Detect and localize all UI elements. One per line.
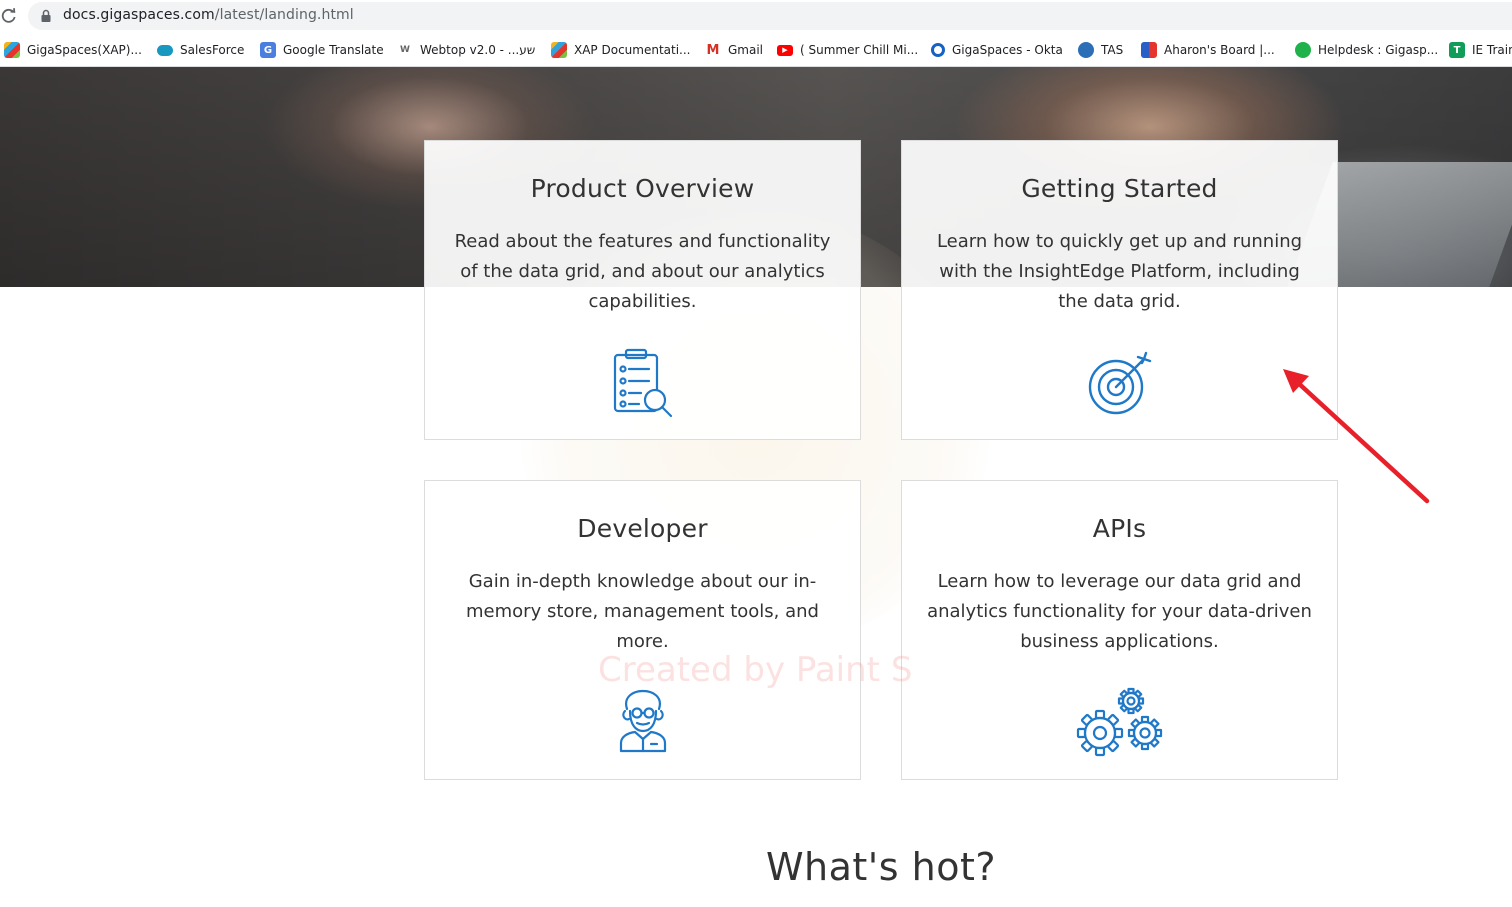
bookmark-label: TAS [1101, 43, 1124, 57]
card-product-overview[interactable]: Product Overview Read about the features… [424, 140, 861, 440]
card-title: Developer [577, 514, 708, 543]
gmail-icon: M [705, 42, 721, 58]
bookmark-salesforce[interactable]: SalesForce [157, 40, 244, 60]
bookmark-label: GigaSpaces - Okta [952, 43, 1063, 57]
okta-icon [931, 43, 945, 57]
bookmark-label: Aharon's Board |... [1164, 43, 1275, 57]
gears-icon [1076, 687, 1162, 757]
bookmark-label: Google Translate [283, 43, 384, 57]
bookmark-google-translate[interactable]: G Google Translate [260, 40, 384, 60]
section-title-whats-hot: What's hot? [765, 845, 997, 889]
bookmark-label: XAP Documentati... [574, 43, 691, 57]
card-apis[interactable]: APIs Learn how to leverage our data grid… [901, 480, 1338, 780]
card-description: Gain in-depth knowledge about our in-mem… [466, 571, 819, 652]
bookmark-aharons-board[interactable]: Aharon's Board |... [1141, 40, 1275, 60]
bookmark-label: Helpdesk : Gigasp... [1318, 43, 1439, 57]
url-field[interactable]: docs.gigaspaces.com/latest/landing.html [28, 2, 1512, 30]
bookmark-helpdesk[interactable]: Helpdesk : Gigasp... [1295, 40, 1438, 60]
webtop-icon: W [397, 42, 413, 58]
address-bar: docs.gigaspaces.com/latest/landing.html [0, 0, 1512, 33]
target-icon [1088, 351, 1151, 415]
youtube-icon: ▶ [777, 44, 793, 56]
bookmark-tas[interactable]: TAS [1078, 40, 1123, 60]
card-developer[interactable]: Developer Gain in-depth knowledge about … [424, 480, 861, 780]
bookmark-label: SalesForce [180, 43, 245, 57]
bookmark-label: IE Train [1472, 43, 1512, 57]
card-title: Product Overview [530, 174, 755, 203]
bookmark-label: Webtop v2.0 - ...שע [420, 43, 536, 57]
board-icon [1141, 42, 1157, 58]
bookmarks-bar: GigaSpaces(XAP)... SalesForce G Google Tr… [0, 33, 1512, 67]
card-description: Learn how to quickly get up and running … [936, 231, 1303, 312]
salesforce-cloud-icon [157, 44, 173, 56]
card-description: Read about the features and functionalit… [454, 231, 831, 312]
bookmark-youtube[interactable]: ▶ ( Summer Chill Mi... [777, 40, 918, 60]
card-description: Learn how to leverage our data grid and … [927, 571, 1312, 652]
url-text: docs.gigaspaces.com/latest/landing.html [63, 7, 354, 23]
lock-icon[interactable] [40, 9, 52, 23]
helpdesk-icon [1295, 42, 1311, 58]
bookmark-webtop[interactable]: W Webtop v2.0 - ...שע [397, 40, 535, 60]
bookmark-xap-documentation[interactable]: XAP Documentati... [551, 40, 690, 60]
bookmark-ie-train[interactable]: T IE Train [1449, 40, 1512, 60]
card-title: APIs [1092, 514, 1147, 543]
google-translate-icon: G [260, 42, 276, 58]
bookmark-gmail[interactable]: M Gmail [705, 40, 763, 60]
url-path: /latest/landing.html [214, 7, 354, 23]
clipboard-search-icon [613, 348, 672, 418]
gigaspaces-icon [4, 42, 20, 58]
bookmark-label: ( Summer Chill Mi... [800, 43, 919, 57]
card-getting-started[interactable]: Getting Started Learn how to quickly get… [901, 140, 1338, 440]
gigaspaces-icon [551, 42, 567, 58]
bookmark-okta[interactable]: GigaSpaces - Okta [931, 40, 1063, 60]
bookmark-label: Gmail [728, 43, 764, 57]
scientist-icon [619, 689, 666, 753]
sheets-icon: T [1449, 42, 1465, 58]
bookmark-label: GigaSpaces(XAP)... [27, 43, 142, 57]
reload-icon[interactable] [0, 7, 18, 25]
bookmark-gigaspaces-xap[interactable]: GigaSpaces(XAP)... [4, 40, 142, 60]
url-host: docs.gigaspaces.com [63, 7, 215, 23]
card-title: Getting Started [1021, 174, 1218, 203]
watermark-text: Created by Paint S [598, 650, 913, 690]
tas-icon [1078, 42, 1094, 58]
